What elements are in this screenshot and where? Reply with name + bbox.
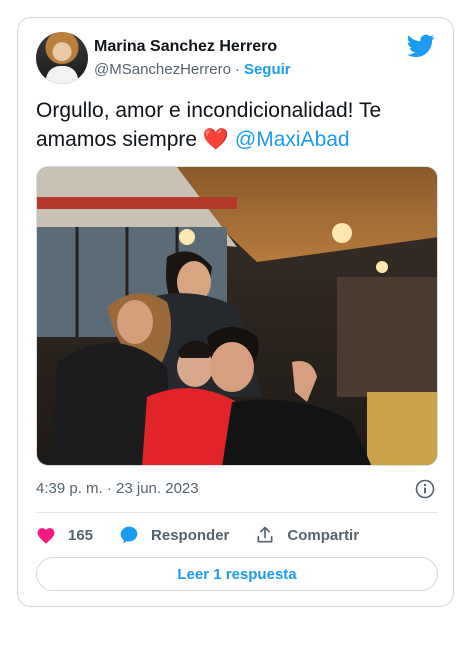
follow-button[interactable]: Seguir — [244, 61, 291, 78]
share-icon — [257, 526, 273, 543]
tweet-card[interactable]: Marina Sanchez Herrero @MSanchezHerrero ·… — [17, 17, 454, 607]
action-bar: 165 Responder Compartir — [36, 523, 385, 547]
likes-count: 165 — [68, 526, 94, 544]
timestamp[interactable]: 4:39 p. m. · 23 jun. 2023 — [36, 480, 199, 497]
heart-emoji: ❤️ — [202, 128, 230, 151]
separator: · — [234, 61, 240, 78]
reply-label: Responder — [151, 526, 230, 544]
twitter-icon[interactable] — [407, 34, 435, 58]
share-button[interactable]: Compartir — [255, 525, 359, 545]
avatar[interactable] — [36, 32, 88, 84]
share-label: Compartir — [287, 526, 360, 544]
read-replies-button[interactable]: Leer 1 respuesta — [36, 557, 438, 591]
heart-icon — [37, 528, 55, 544]
tweet-text: Orgullo, amor e incondicionalidad! Te am… — [36, 96, 436, 154]
like-button[interactable]: 165 — [36, 526, 93, 544]
info-icon[interactable] — [415, 479, 435, 499]
divider — [36, 512, 438, 513]
author-handle-row: @MSanchezHerrero · Seguir — [94, 61, 291, 78]
author-handle[interactable]: @MSanchezHerrero — [94, 61, 231, 78]
mention-link[interactable]: @MaxiAbad — [235, 128, 350, 151]
author-name[interactable]: Marina Sanchez Herrero — [94, 38, 277, 56]
tweet-photo[interactable] — [36, 166, 438, 466]
reply-button[interactable]: Responder — [119, 525, 229, 545]
reply-icon — [120, 526, 138, 544]
